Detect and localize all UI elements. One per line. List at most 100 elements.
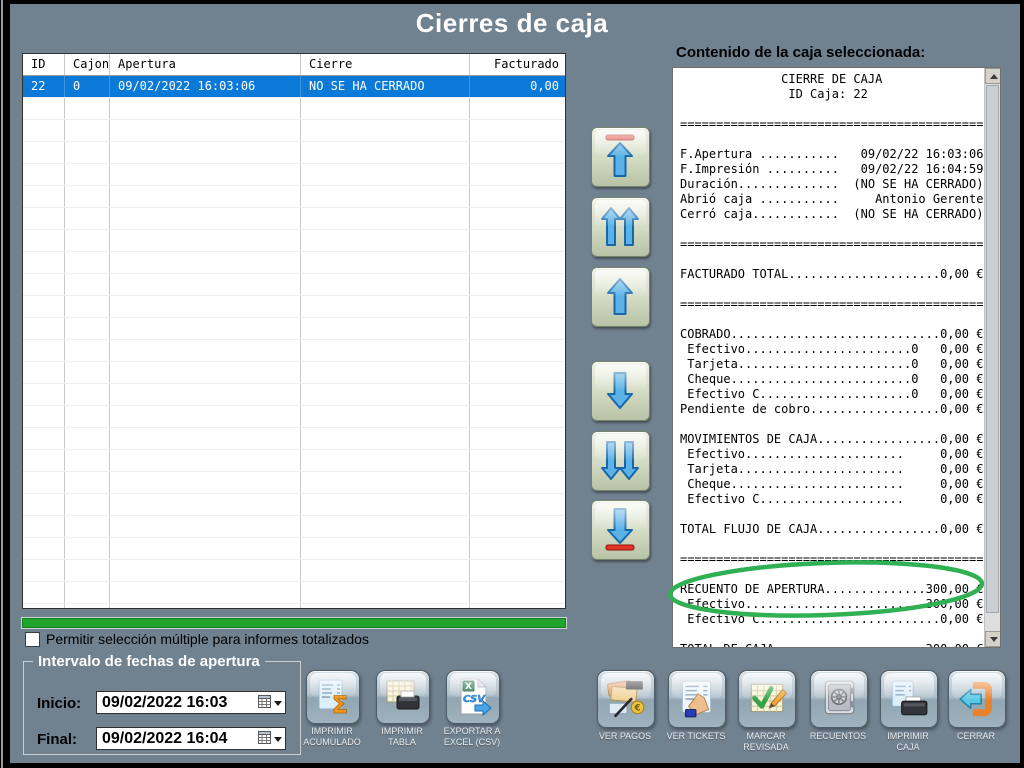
table-cell-facturado xyxy=(470,450,565,471)
calendar-dropdown-icon[interactable] xyxy=(258,731,282,747)
receipt-textarea[interactable]: CIERRE DE CAJA ID Caja: 22 =============… xyxy=(672,67,1001,648)
table-cell-id xyxy=(23,340,65,361)
multi-select-checkbox[interactable] xyxy=(25,632,40,647)
table-row[interactable] xyxy=(23,538,565,560)
table-row[interactable] xyxy=(23,560,565,582)
table-cell-apertura xyxy=(110,582,301,603)
table-row[interactable] xyxy=(23,230,565,252)
table-cell-cajon xyxy=(65,252,110,273)
table-cell-id xyxy=(23,450,65,471)
table-cell-apertura xyxy=(110,516,301,537)
table-cell-apertura xyxy=(110,494,301,515)
receipt-text: CIERRE DE CAJA ID Caja: 22 =============… xyxy=(680,72,984,647)
table-row[interactable] xyxy=(23,516,565,538)
cerrar-button[interactable] xyxy=(948,670,1006,728)
scroll-down-button[interactable] xyxy=(985,631,1000,647)
move-last-button[interactable] xyxy=(591,500,650,560)
table-cell-facturado xyxy=(470,98,565,119)
table-cell-id xyxy=(23,142,65,163)
inicio-label: Inicio: xyxy=(37,695,82,712)
final-date-input[interactable]: 09/02/2022 16:04 xyxy=(96,727,286,750)
table-cell-cajon xyxy=(65,208,110,229)
table-row[interactable] xyxy=(23,604,565,608)
table-cell-cierre xyxy=(301,340,470,361)
table-cell-apertura xyxy=(110,318,301,339)
table-cell-cierre xyxy=(301,472,470,493)
table-cell-apertura xyxy=(110,450,301,471)
receipt-scrollbar[interactable] xyxy=(984,68,1000,647)
imprimir-acumulado-button[interactable]: Σ xyxy=(306,670,360,724)
table-row[interactable] xyxy=(23,120,565,142)
table-row[interactable] xyxy=(23,582,565,604)
page-up-button[interactable] xyxy=(591,197,650,257)
table-row[interactable] xyxy=(23,98,565,120)
table-cell-cajon: 0 xyxy=(65,76,110,97)
table-row[interactable] xyxy=(23,274,565,296)
table-cell-cierre xyxy=(301,560,470,581)
table-cell-id xyxy=(23,582,65,603)
table-cell-cierre xyxy=(301,142,470,163)
column-header-cierre[interactable]: Cierre xyxy=(301,54,470,75)
table-cell-id: 22 xyxy=(23,76,65,97)
table-cell-cierre xyxy=(301,516,470,537)
table-cell-facturado xyxy=(470,362,565,383)
column-header-apertura[interactable]: Apertura xyxy=(110,54,301,75)
table-row[interactable] xyxy=(23,494,565,516)
ver-tickets-button[interactable] xyxy=(668,670,726,728)
table-cell-id xyxy=(23,406,65,427)
table-row[interactable] xyxy=(23,428,565,450)
imprimir-caja-button[interactable] xyxy=(880,670,938,728)
svg-text:X: X xyxy=(465,682,472,692)
table-row[interactable] xyxy=(23,362,565,384)
down-button[interactable] xyxy=(591,361,650,421)
table-row[interactable] xyxy=(23,340,565,362)
table-row[interactable]: 22 0 09/02/2022 16:03:06 NO SE HA CERRADO 0,… xyxy=(23,76,565,98)
table-cell-cierre xyxy=(301,406,470,427)
calendar-dropdown-icon[interactable] xyxy=(258,695,282,711)
ver-pagos-button[interactable]: € xyxy=(597,670,655,728)
table-cell-cierre xyxy=(301,494,470,515)
table-row[interactable] xyxy=(23,296,565,318)
table-cell-id xyxy=(23,362,65,383)
table-row[interactable] xyxy=(23,318,565,340)
table-row[interactable] xyxy=(23,450,565,472)
table-row[interactable] xyxy=(23,142,565,164)
table-row[interactable] xyxy=(23,384,565,406)
table-cell-facturado xyxy=(470,472,565,493)
page-down-button[interactable] xyxy=(591,431,650,491)
table-cell-cajon xyxy=(65,318,110,339)
cerrar-caption: CERRAR xyxy=(956,731,995,741)
marcar-revisada-button[interactable] xyxy=(738,670,796,728)
table-cell-facturado xyxy=(470,340,565,361)
table-row[interactable] xyxy=(23,406,565,428)
scrollbar-thumb[interactable] xyxy=(986,85,999,613)
table-cell-cierre xyxy=(301,164,470,185)
table-cell-id xyxy=(23,538,65,559)
final-date-value: 09/02/2022 16:04 xyxy=(102,730,228,747)
column-header-facturado[interactable]: Facturado xyxy=(470,54,565,75)
table-cell-facturado xyxy=(470,582,565,603)
table-cell-facturado xyxy=(470,560,565,581)
table-cell-cajon xyxy=(65,582,110,603)
table-row[interactable] xyxy=(23,164,565,186)
table-cell-cajon xyxy=(65,274,110,295)
table-row[interactable] xyxy=(23,472,565,494)
table-cell-apertura xyxy=(110,560,301,581)
table-cell-id xyxy=(23,604,65,608)
table-cell-apertura xyxy=(110,120,301,141)
exportar-excel-csv-button[interactable]: X CSV xyxy=(446,670,500,724)
table-cell-cierre xyxy=(301,98,470,119)
table-row[interactable] xyxy=(23,252,565,274)
table-row[interactable] xyxy=(23,186,565,208)
up-button[interactable] xyxy=(591,267,650,327)
scroll-up-button[interactable] xyxy=(985,68,1000,84)
column-header-id[interactable]: ID xyxy=(23,54,65,75)
table-cell-cajon xyxy=(65,164,110,185)
table-row[interactable] xyxy=(23,208,565,230)
table-cell-facturado xyxy=(470,406,565,427)
imprimir-tabla-button[interactable] xyxy=(376,670,430,724)
move-first-button[interactable] xyxy=(591,127,650,187)
column-header-cajon[interactable]: Cajon xyxy=(65,54,110,75)
inicio-date-input[interactable]: 09/02/2022 16:03 xyxy=(96,691,286,714)
recuentos-button[interactable] xyxy=(810,670,868,728)
